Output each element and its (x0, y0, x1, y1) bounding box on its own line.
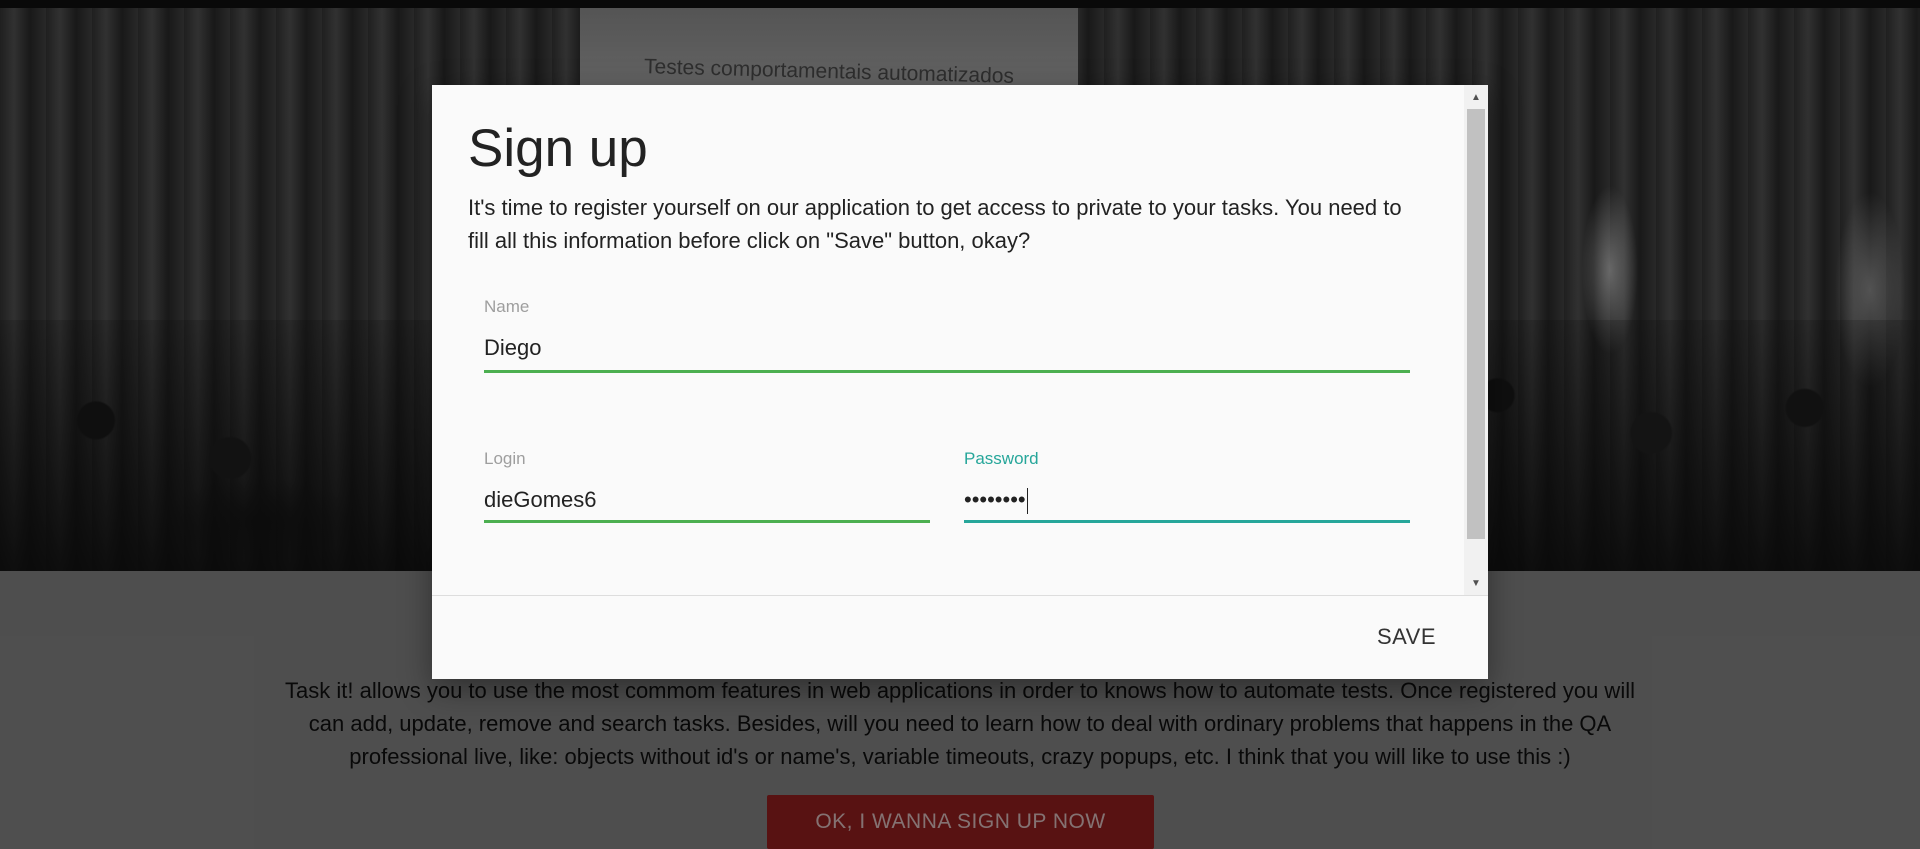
name-label: Name (484, 297, 530, 316)
login-label: Login (484, 449, 526, 468)
login-field[interactable]: Login dieGomes6 (484, 449, 930, 523)
password-field[interactable]: Password •••••••• (964, 449, 1410, 523)
login-input[interactable]: dieGomes6 (484, 487, 930, 517)
save-button[interactable]: SAVE (1377, 624, 1436, 650)
modal-content: Sign up It's time to register yourself o… (432, 85, 1464, 595)
name-input[interactable]: Diego (484, 335, 1410, 365)
login-underline (484, 520, 930, 523)
password-label: Password (964, 449, 1039, 468)
scroll-up-arrow-icon[interactable]: ▲ (1464, 87, 1488, 107)
scroll-down-arrow-icon[interactable]: ▼ (1464, 573, 1488, 593)
text-caret (1026, 488, 1028, 515)
modal-title: Sign up (468, 119, 648, 178)
name-underline (484, 370, 1410, 373)
modal-description: It's time to register yourself on our ap… (468, 195, 1402, 253)
password-input-wrap[interactable]: •••••••• (964, 487, 1410, 517)
modal-scrollbar[interactable]: ▲ ▼ (1464, 85, 1488, 595)
password-input[interactable]: •••••••• (964, 487, 1026, 512)
sign-up-modal: Sign up It's time to register yourself o… (432, 85, 1488, 679)
name-field[interactable]: Name Diego (484, 297, 1410, 373)
scrollbar-thumb[interactable] (1467, 109, 1485, 539)
password-underline (964, 520, 1410, 523)
modal-footer: SAVE (432, 595, 1488, 679)
